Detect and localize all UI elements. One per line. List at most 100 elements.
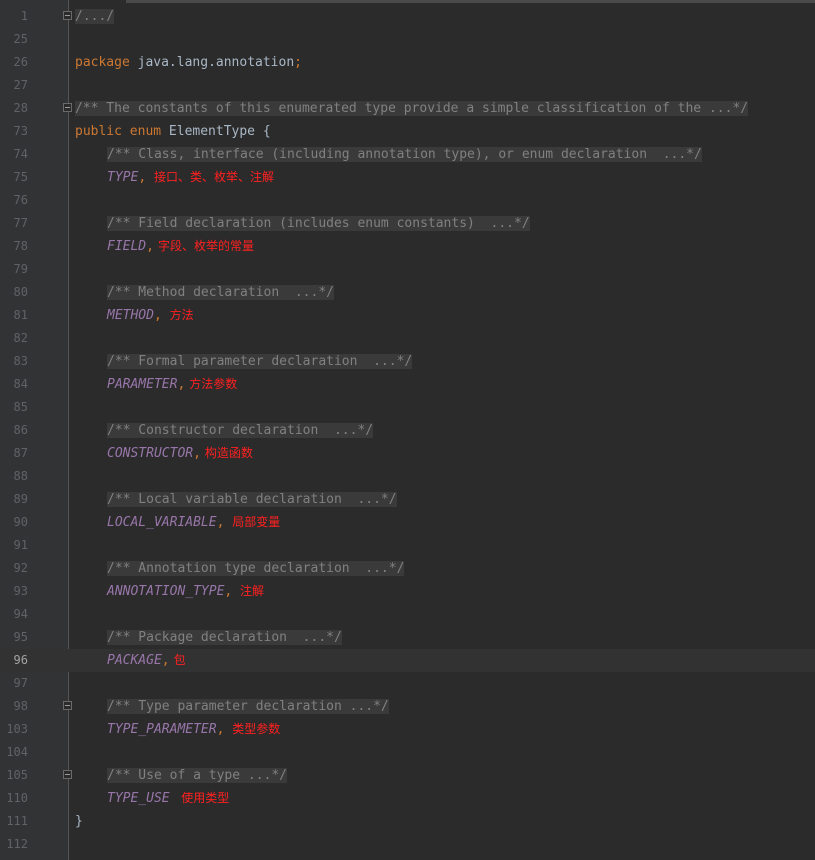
code-text: /** The constants of this enumerated typ… [75, 97, 749, 120]
code-line[interactable]: 78 FIELD, 字段、枚举的常量 [0, 235, 815, 258]
code-line[interactable]: 95 /** Package declaration ...*/ [0, 626, 815, 649]
code-editor[interactable]: 1/.../25 26 package java.lang.annotation; 2… [0, 5, 815, 856]
code-line[interactable]: 110 TYPE_USE 使用类型 [0, 787, 815, 810]
code-text: public enum ElementType { [75, 120, 271, 143]
code-line[interactable]: 27 [0, 74, 815, 97]
code-line[interactable]: 74 /** Class, interface (including annota… [0, 143, 815, 166]
collapsed-comment[interactable]: /** Local variable declaration ...*/ [107, 492, 397, 507]
line-number: 94 [13, 607, 28, 621]
enum-constant: METHOD [107, 308, 154, 323]
line-number: 75 [13, 170, 28, 184]
line-number: 74 [13, 147, 28, 161]
code-line[interactable]: 91 [0, 534, 815, 557]
code-line[interactable]: 90 LOCAL_VARIABLE, 局部变量 [0, 511, 815, 534]
code-line[interactable]: 93 ANNOTATION_TYPE, 注解 [0, 580, 815, 603]
code-line[interactable]: 96 PACKAGE, 包 [0, 649, 815, 672]
code-text: LOCAL_VARIABLE, 局部变量 [107, 511, 280, 534]
collapsed-comment[interactable]: /** The constants of this enumerated typ… [75, 101, 749, 116]
line-number: 88 [13, 469, 28, 483]
code-line[interactable]: 89 /** Local variable declaration ...*/ [0, 488, 815, 511]
code-line[interactable]: 112 [0, 833, 815, 856]
code-line[interactable]: 73 public enum ElementType { [0, 120, 815, 143]
code-line[interactable]: 86 /** Constructor declaration ...*/ [0, 419, 815, 442]
line-number: 89 [13, 492, 28, 506]
code-text: } [75, 810, 83, 833]
enum-constant: LOCAL_VARIABLE [107, 515, 217, 530]
code-line[interactable]: 94 [0, 603, 815, 626]
collapsed-comment[interactable]: /** Formal parameter declaration ...*/ [107, 354, 413, 369]
line-number: 97 [13, 676, 28, 690]
code-text: METHOD, 方法 [107, 304, 194, 327]
code-line[interactable]: 111} [0, 810, 815, 833]
line-number: 83 [13, 354, 28, 368]
collapsed-comment[interactable]: /** Annotation type declaration ...*/ [107, 561, 405, 576]
line-number: 81 [13, 308, 28, 322]
line-number: 77 [13, 216, 28, 230]
annotation-note: 方法 [165, 308, 194, 322]
punctuation: , [153, 308, 162, 323]
collapsed-comment[interactable]: /** Field declaration (includes enum con… [107, 216, 530, 231]
code-line[interactable]: 83 /** Formal parameter declaration ...*/ [0, 350, 815, 373]
code-text: /** Constructor declaration ...*/ [107, 419, 374, 442]
collapsed-comment[interactable]: /** Use of a type ...*/ [107, 768, 288, 783]
code-line[interactable]: 79 [0, 258, 815, 281]
code-text: FIELD, 字段、枚举的常量 [107, 235, 254, 258]
code-line[interactable]: 103 TYPE_PARAMETER, 类型参数 [0, 718, 815, 741]
enum-constant: TYPE_USE [107, 791, 170, 806]
fold-toggle-icon[interactable] [63, 701, 72, 710]
code-line[interactable]: 25 [0, 28, 815, 51]
code-line[interactable]: 88 [0, 465, 815, 488]
code-line[interactable]: 1 /.../ [0, 5, 815, 28]
fold-toggle-icon[interactable] [63, 103, 72, 112]
line-number: 87 [13, 446, 28, 460]
code-line[interactable]: 105 /** Use of a type ...*/ [0, 764, 815, 787]
keyword: package [75, 55, 130, 70]
punctuation: , [146, 239, 154, 254]
code-line[interactable]: 26 package java.lang.annotation; [0, 51, 815, 74]
code-line[interactable]: 97 [0, 672, 815, 695]
code-line[interactable]: 80 /** Method declaration ...*/ [0, 281, 815, 304]
code-line[interactable]: 28 /** The constants of this enumerated t… [0, 97, 815, 120]
collapsed-comment[interactable]: /.../ [75, 9, 115, 24]
code-text: TYPE_USE 使用类型 [107, 787, 229, 810]
line-number: 91 [13, 538, 28, 552]
collapsed-comment[interactable]: /** Method declaration ...*/ [107, 285, 334, 300]
line-number: 26 [13, 55, 28, 69]
code-line[interactable]: 76 [0, 189, 815, 212]
fold-toggle-icon[interactable] [63, 11, 72, 20]
code-line[interactable]: 75 TYPE, 接口、类、枚举、注解 [0, 166, 815, 189]
enum-constant: FIELD [107, 239, 147, 254]
line-number: 110 [6, 791, 28, 805]
line-number: 92 [13, 561, 28, 575]
code-text: /** Type parameter declaration ...*/ [107, 695, 389, 718]
code-text: package java.lang.annotation; [75, 51, 302, 74]
code-text: /** Field declaration (includes enum con… [107, 212, 530, 235]
collapsed-comment[interactable]: /** Package declaration ...*/ [107, 630, 342, 645]
collapsed-comment[interactable]: /** Constructor declaration ...*/ [107, 423, 374, 438]
code-line[interactable]: 77 /** Field declaration (includes enum c… [0, 212, 815, 235]
code-line[interactable]: 85 [0, 396, 815, 419]
fold-toggle-icon[interactable] [63, 770, 72, 779]
code-token: ElementType { [161, 124, 271, 139]
line-number: 103 [6, 722, 28, 736]
code-text: /.../ [75, 5, 115, 28]
collapsed-comment[interactable]: /** Type parameter declaration ...*/ [107, 699, 389, 714]
code-line[interactable]: 87 CONSTRUCTOR, 构造函数 [0, 442, 815, 465]
line-number: 27 [13, 78, 28, 92]
punctuation: ; [294, 55, 302, 70]
code-line[interactable]: 84 PARAMETER, 方法参数 [0, 373, 815, 396]
code-line[interactable]: 104 [0, 741, 815, 764]
code-text: PARAMETER, 方法参数 [107, 373, 237, 396]
code-line[interactable]: 98 /** Type parameter declaration ...*/ [0, 695, 815, 718]
line-number: 96 [13, 653, 28, 667]
line-number: 104 [6, 745, 28, 759]
code-line[interactable]: 81 METHOD, 方法 [0, 304, 815, 327]
code-line[interactable]: 92 /** Annotation type declaration ...*/ [0, 557, 815, 580]
collapsed-comment[interactable]: /** Class, interface (including annotati… [107, 147, 702, 162]
punctuation: , [138, 170, 147, 185]
line-number: 82 [13, 331, 28, 345]
line-number: 90 [13, 515, 28, 529]
line-number: 105 [6, 768, 28, 782]
line-number: 84 [13, 377, 28, 391]
code-line[interactable]: 82 [0, 327, 815, 350]
